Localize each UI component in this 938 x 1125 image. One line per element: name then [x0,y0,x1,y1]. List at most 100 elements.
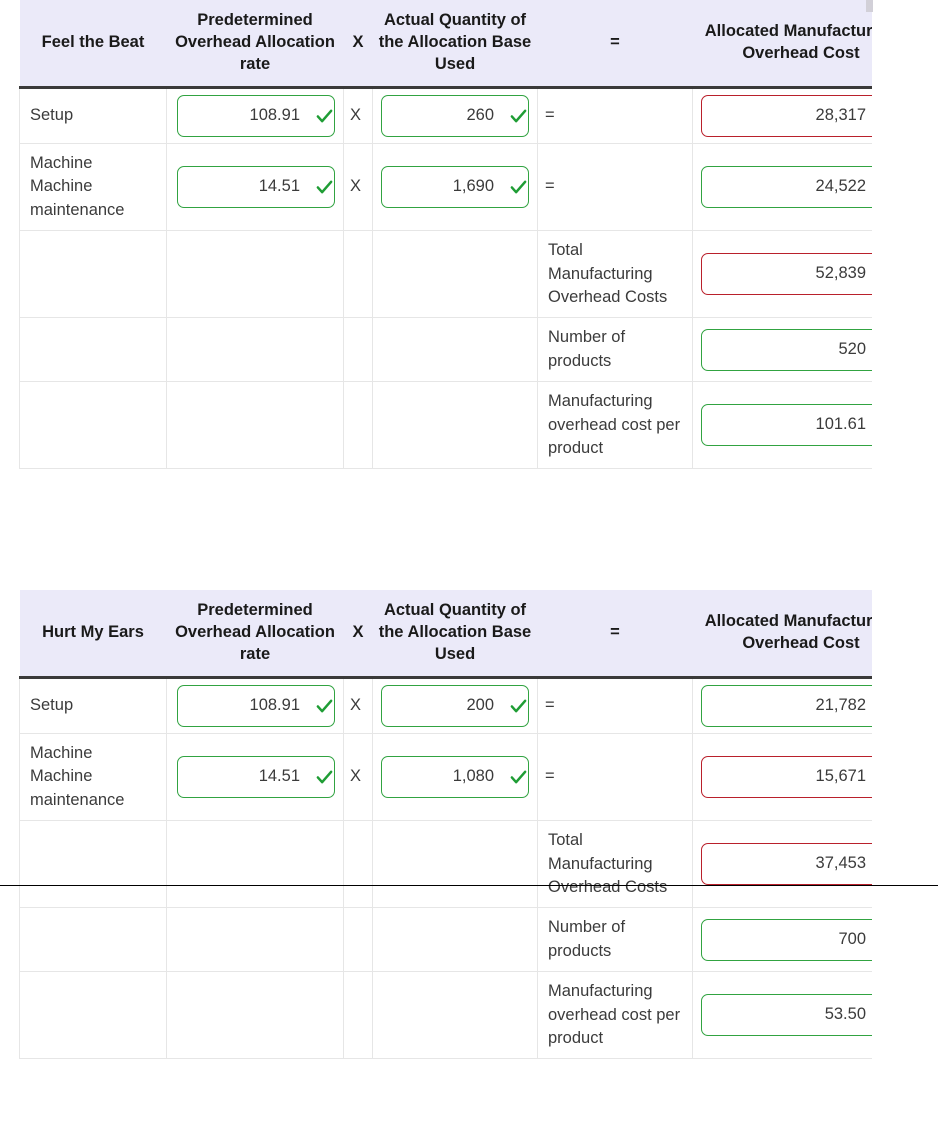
allocation-table-hurt-my-ears: Hurt My Ears Predetermined Overhead Allo… [19,590,872,1060]
quantity-value[interactable]: 200 [381,684,529,727]
equals-operator: = [537,677,693,734]
table-row: Total Manufacturing Overhead Costs 52,83… [19,230,872,319]
quantity-field[interactable]: 260 [381,94,529,137]
header-multiply-operator: X [343,0,373,88]
rate-value[interactable]: 108.91 [177,94,335,137]
table-body: Setup 108.91 X 200 = 21,782 Machine Mach… [19,677,872,1060]
table-row: Setup 108.91 X 260 = 28,317 [19,87,872,144]
rate-field[interactable]: 14.51 [177,165,335,208]
summary-value-cell: 52,839 [692,230,872,319]
quantity-cell: 260 [372,87,538,144]
rate-field[interactable]: 108.91 [177,94,335,137]
total-overhead-field[interactable]: 37,453 [701,843,872,886]
empty-cell [372,381,538,470]
multiply-operator: X [343,733,373,822]
header-multiply-operator: X [343,590,373,678]
overhead-per-product-field[interactable]: 53.50 [701,994,872,1037]
multiply-operator: X [343,677,373,734]
rate-value[interactable]: 14.51 [177,755,335,798]
summary-label: Number of products [537,907,693,973]
table-body: Setup 108.91 X 260 = 28,317 Machine Mach… [19,87,872,470]
empty-cell [372,317,538,383]
overhead-per-product-value[interactable]: 53.50 [701,994,872,1037]
summary-value-cell: 101.61 [692,381,872,470]
equals-operator: = [537,143,693,232]
empty-cell [343,907,373,973]
empty-cell [166,230,344,319]
header-predetermined-rate: Predetermined Overhead Allocation rate [166,0,344,88]
header-actual-quantity: Actual Quantity of the Allocation Base U… [372,590,538,678]
quantity-field[interactable]: 200 [381,684,529,727]
allocated-field[interactable]: 15,671 [701,755,872,798]
rate-cell: 14.51 [166,733,344,822]
summary-value-cell: 37,453 [692,820,872,909]
rate-value[interactable]: 108.91 [177,684,335,727]
header-actual-quantity: Actual Quantity of the Allocation Base U… [372,0,538,88]
rate-cell: 14.51 [166,143,344,232]
header-product-name: Hurt My Ears [19,590,167,678]
empty-cell [19,907,167,973]
table-row: Manufacturing overhead cost per product … [19,381,872,470]
allocated-field[interactable]: 21,782 [701,684,872,727]
allocated-value[interactable]: 28,317 [701,94,872,137]
summary-label: Total Manufacturing Overhead Costs [537,820,693,909]
rate-cell: 108.91 [166,87,344,144]
activity-name: Machine Machine maintenance [19,143,167,232]
empty-cell [19,230,167,319]
quantity-cell: 1,080 [372,733,538,822]
allocation-table-scroll-viewport-2[interactable]: Hurt My Ears Predetermined Overhead Allo… [19,590,872,1125]
summary-value-cell: 53.50 [692,971,872,1060]
quantity-cell: 200 [372,677,538,734]
total-overhead-value[interactable]: 37,453 [701,843,872,886]
number-of-products-value[interactable]: 700 [701,918,872,961]
table-row: Total Manufacturing Overhead Costs 37,45… [19,820,872,909]
table-row: Setup 108.91 X 200 = 21,782 [19,677,872,734]
allocated-value[interactable]: 15,671 [701,755,872,798]
quantity-field[interactable]: 1,080 [381,755,529,798]
quantity-value[interactable]: 1,080 [381,755,529,798]
horizontal-scrollbar-thumb[interactable] [866,0,873,12]
total-overhead-value[interactable]: 52,839 [701,253,872,296]
empty-cell [343,381,373,470]
empty-cell [372,230,538,319]
empty-cell [372,820,538,909]
rate-field[interactable]: 108.91 [177,684,335,727]
allocated-value[interactable]: 24,522 [701,165,872,208]
empty-cell [166,381,344,470]
equals-operator: = [537,87,693,144]
overhead-per-product-field[interactable]: 101.61 [701,404,872,447]
header-allocated-overhead: Allocated Manufacturing Overhead Cost [692,0,872,88]
quantity-cell: 1,690 [372,143,538,232]
header-equals-operator: = [537,590,693,678]
table-header: Feel the Beat Predetermined Overhead All… [19,0,872,88]
summary-label: Manufacturing overhead cost per product [537,971,693,1060]
total-overhead-field[interactable]: 52,839 [701,253,872,296]
table-row: Machine Machine maintenance 14.51 X 1,69… [19,143,872,232]
activity-name: Setup [19,87,167,144]
summary-label: Number of products [537,317,693,383]
empty-cell [166,971,344,1060]
number-of-products-field[interactable]: 700 [701,918,872,961]
number-of-products-field[interactable]: 520 [701,328,872,371]
multiply-operator: X [343,87,373,144]
allocation-table-feel-the-beat: Feel the Beat Predetermined Overhead All… [19,0,872,470]
summary-value-cell: 520 [692,317,872,383]
quantity-value[interactable]: 260 [381,94,529,137]
multiply-operator: X [343,143,373,232]
empty-cell [19,971,167,1060]
allocated-field[interactable]: 28,317 [701,94,872,137]
header-allocated-overhead: Allocated Manufacturing Overhead Cost [692,590,872,678]
allocation-table-scroll-viewport-1[interactable]: Feel the Beat Predetermined Overhead All… [19,0,872,555]
number-of-products-value[interactable]: 520 [701,328,872,371]
empty-cell [343,317,373,383]
quantity-value[interactable]: 1,690 [381,165,529,208]
allocated-value[interactable]: 21,782 [701,684,872,727]
quantity-field[interactable]: 1,690 [381,165,529,208]
allocated-field[interactable]: 24,522 [701,165,872,208]
overhead-per-product-value[interactable]: 101.61 [701,404,872,447]
rate-field[interactable]: 14.51 [177,755,335,798]
rate-value[interactable]: 14.51 [177,165,335,208]
header-row: Feel the Beat Predetermined Overhead All… [19,0,872,88]
rate-cell: 108.91 [166,677,344,734]
table-row: Manufacturing overhead cost per product … [19,971,872,1060]
